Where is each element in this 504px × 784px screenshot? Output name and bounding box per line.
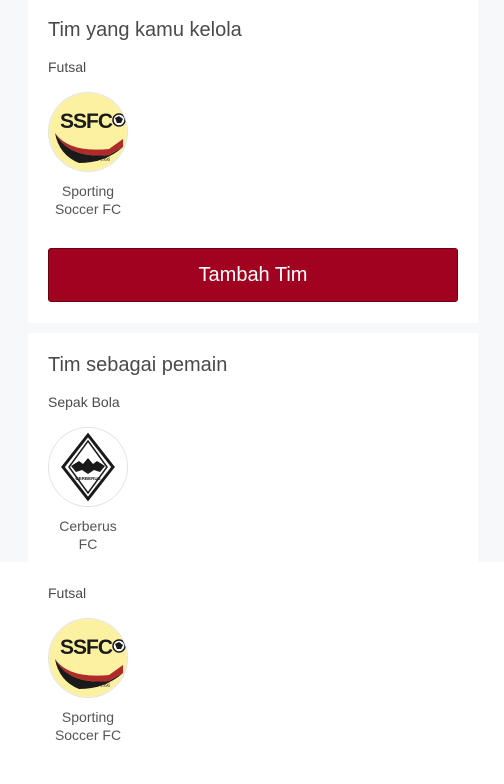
- sport-label-futsal: Futsal: [48, 59, 87, 75]
- team-card-sporting-soccer-fc[interactable]: SSFC est. 1996 Sporting Soccer FC: [48, 618, 128, 744]
- svg-text:SSFC: SSFC: [60, 110, 113, 133]
- svg-text:SSFC: SSFC: [60, 636, 113, 659]
- ssfc-logo-graphic: SSFC est. 1996: [49, 619, 127, 697]
- cerberus-logo: CERBERUS: [48, 427, 128, 507]
- cerberus-logo-graphic: CERBERUS: [49, 428, 127, 506]
- team-name: Sporting Soccer FC: [54, 709, 122, 743]
- team-card-sporting-soccer-fc[interactable]: SSFC est. 1996 Sporting Soccer FC: [48, 92, 128, 218]
- sport-label-futsal: Futsal: [48, 585, 87, 601]
- svg-text:CERBERUS: CERBERUS: [75, 476, 100, 481]
- player-teams-title: Tim sebagai pemain: [48, 354, 228, 376]
- team-card-cerberus-fc[interactable]: CERBERUS Cerberus FC: [48, 427, 128, 553]
- managed-teams-card: Tim yang kamu kelola Futsal SSFC est. 19…: [28, 0, 478, 323]
- team-name: Cerberus FC: [59, 518, 117, 552]
- ssfc-logo: SSFC est. 1996: [48, 92, 128, 172]
- ssfc-logo-graphic: SSFC est. 1996: [49, 93, 127, 171]
- add-team-button[interactable]: Tambah Tim: [48, 248, 458, 302]
- team-name: Sporting Soccer FC: [54, 183, 122, 217]
- svg-text:est. 1996: est. 1996: [92, 684, 111, 689]
- managed-teams-title: Tim yang kamu kelola: [48, 19, 242, 41]
- sport-label-sepak-bola: Sepak Bola: [48, 394, 120, 410]
- player-teams-card: Tim sebagai pemain Sepak Bola CERBERUS C…: [28, 333, 478, 784]
- ssfc-logo: SSFC est. 1996: [48, 618, 128, 698]
- page: Tim yang kamu kelola Futsal SSFC est. 19…: [0, 0, 504, 784]
- svg-text:est. 1996: est. 1996: [92, 158, 111, 163]
